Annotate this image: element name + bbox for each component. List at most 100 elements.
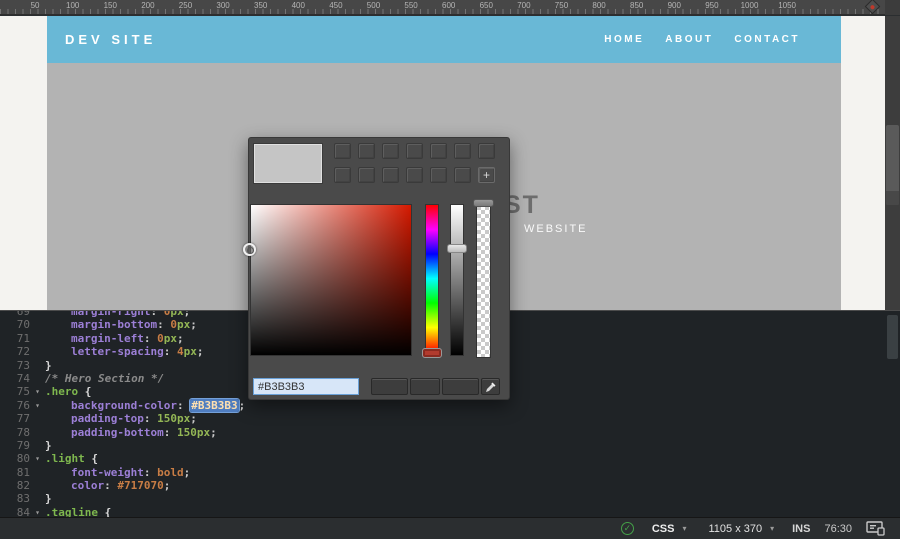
- status-bar: ✓ CSS ▾ 1105 x 370 ▾ INS 76:30: [0, 517, 900, 539]
- current-color-swatch: [253, 143, 323, 184]
- swatch-slot[interactable]: [478, 143, 495, 159]
- color-selection-ring[interactable]: [243, 243, 256, 256]
- code-token: :: [150, 311, 164, 318]
- app-window: 50 100 150 200 250 300 350 400 450 500 550 600 650 70…: [0, 0, 900, 539]
- scrubber-dot-icon: [869, 4, 876, 11]
- fold-gutter: [30, 426, 45, 439]
- fold-arrow-icon[interactable]: ▾: [30, 385, 45, 398]
- luminosity-slider[interactable]: [450, 204, 464, 356]
- code-token: ;: [163, 479, 171, 493]
- code-text[interactable]: }: [45, 439, 885, 452]
- code-token: ;: [176, 331, 184, 345]
- ruler-label: 650: [479, 1, 493, 10]
- line-number: 78: [16, 425, 30, 439]
- line-number: 75: [16, 385, 30, 399]
- fold-gutter: [30, 479, 45, 492]
- ruler-label: 700: [517, 1, 531, 10]
- selected-hex-value[interactable]: #B3B3B3: [190, 398, 239, 412]
- eyedropper-button[interactable]: [481, 378, 500, 395]
- hue-slider-handle[interactable]: [422, 348, 442, 358]
- code-line[interactable]: 84 ▾ .tagline {: [0, 506, 885, 517]
- code-token: ;: [190, 412, 197, 426]
- code-token: {: [104, 505, 112, 517]
- swatch-slot[interactable]: [382, 143, 399, 159]
- fold-arrow-icon[interactable]: ▾: [30, 399, 45, 412]
- format-hex-button[interactable]: [410, 378, 440, 395]
- swatch-slot[interactable]: [358, 167, 375, 183]
- nav-link-contact[interactable]: CONTACT: [734, 34, 800, 45]
- viewport-size-label: 1105 x 370: [708, 522, 763, 535]
- code-text[interactable]: color: #717070;: [45, 479, 885, 492]
- fold-arrow-icon[interactable]: ▾: [30, 506, 45, 517]
- code-line[interactable]: 78 padding-bottom: 150px;: [0, 426, 885, 439]
- code-scrollbar-thumb[interactable]: [887, 315, 898, 359]
- code-line[interactable]: 81 font-weight: bold;: [0, 466, 885, 479]
- code-text[interactable]: font-weight: bold;: [45, 466, 885, 479]
- opacity-slider[interactable]: [476, 201, 491, 358]
- code-text[interactable]: }: [45, 492, 885, 505]
- code-token: font-weight: [71, 465, 144, 479]
- code-text[interactable]: padding-bottom: 150px;: [45, 426, 885, 439]
- insert-mode-toggle[interactable]: INS: [792, 523, 810, 535]
- nav-link-about[interactable]: ABOUT: [665, 34, 713, 45]
- fold-gutter: [30, 345, 45, 358]
- swatch-slot[interactable]: [454, 167, 471, 183]
- swatch-slot[interactable]: [430, 143, 447, 159]
- code-text[interactable]: padding-top: 150px;: [45, 412, 885, 425]
- code-line[interactable]: 83}: [0, 492, 885, 505]
- swatch-slot[interactable]: [430, 167, 447, 183]
- hue-slider[interactable]: [425, 204, 439, 353]
- code-token: {: [91, 452, 98, 466]
- luminosity-slider-handle[interactable]: [447, 244, 467, 253]
- add-swatch-button[interactable]: +: [478, 167, 495, 183]
- code-token: background-color: [71, 398, 177, 412]
- swatch-slot[interactable]: [358, 143, 375, 159]
- lint-ok-icon[interactable]: ✓: [620, 522, 634, 535]
- swatch-slot[interactable]: [406, 167, 423, 183]
- code-token: :: [143, 465, 158, 479]
- line-number: 73: [16, 358, 30, 372]
- ruler-label: 800: [592, 1, 606, 10]
- code-text[interactable]: .tagline {: [45, 506, 885, 517]
- viewport-size-selector[interactable]: 1105 x 370 ▾: [704, 521, 778, 537]
- code-token: 4: [176, 345, 184, 359]
- swatch-slot[interactable]: [454, 143, 471, 159]
- code-token: :: [163, 425, 177, 439]
- swatch-slot[interactable]: [334, 167, 351, 183]
- fold-gutter: [30, 332, 45, 345]
- fold-gutter: [30, 318, 45, 331]
- live-view-scrollbar-thumb[interactable]: [886, 125, 899, 205]
- code-text[interactable]: background-color: #B3B3B3;: [45, 398, 885, 412]
- code-token: .hero: [45, 385, 79, 399]
- line-number: 76: [16, 398, 30, 412]
- nav-links: HOME ABOUT CONTACT: [604, 34, 841, 45]
- swatch-slot[interactable]: [382, 167, 399, 183]
- code-line[interactable]: 79}: [0, 439, 885, 452]
- opacity-slider-handle[interactable]: [473, 199, 494, 207]
- code-token: px: [163, 331, 177, 345]
- code-text[interactable]: .light {: [45, 452, 885, 465]
- fold-arrow-icon[interactable]: ▾: [30, 452, 45, 465]
- swatch-slot[interactable]: [334, 143, 351, 159]
- saturation-value-field[interactable]: [243, 204, 412, 356]
- code-token: margin-right: [71, 311, 151, 318]
- language-selector[interactable]: CSS ▾: [648, 521, 691, 537]
- code-line[interactable]: 80 ▾ .light {: [0, 452, 885, 465]
- swatch-slot[interactable]: [406, 143, 423, 159]
- nav-link-home[interactable]: HOME: [604, 34, 644, 45]
- line-number: 77: [16, 412, 30, 426]
- hex-color-input[interactable]: [253, 378, 359, 395]
- format-rgba-button[interactable]: [371, 378, 408, 395]
- code-line[interactable]: 77 padding-top: 150px;: [0, 412, 885, 425]
- preview-devices-icon[interactable]: [866, 521, 886, 536]
- code-line[interactable]: 76 ▾ background-color: #B3B3B3;: [0, 398, 885, 412]
- code-line[interactable]: 82 color: #717070;: [0, 479, 885, 492]
- live-view-scrollbar-track[interactable]: [885, 16, 900, 310]
- ruler-label: 750: [554, 1, 569, 10]
- format-hsla-button[interactable]: [442, 378, 479, 395]
- ruler-corner: [885, 0, 900, 15]
- code-token: ;: [183, 465, 191, 479]
- ruler-label: 900: [667, 1, 681, 10]
- status-right-group: ✓ CSS ▾ 1105 x 370 ▾ INS 76:30: [620, 521, 900, 537]
